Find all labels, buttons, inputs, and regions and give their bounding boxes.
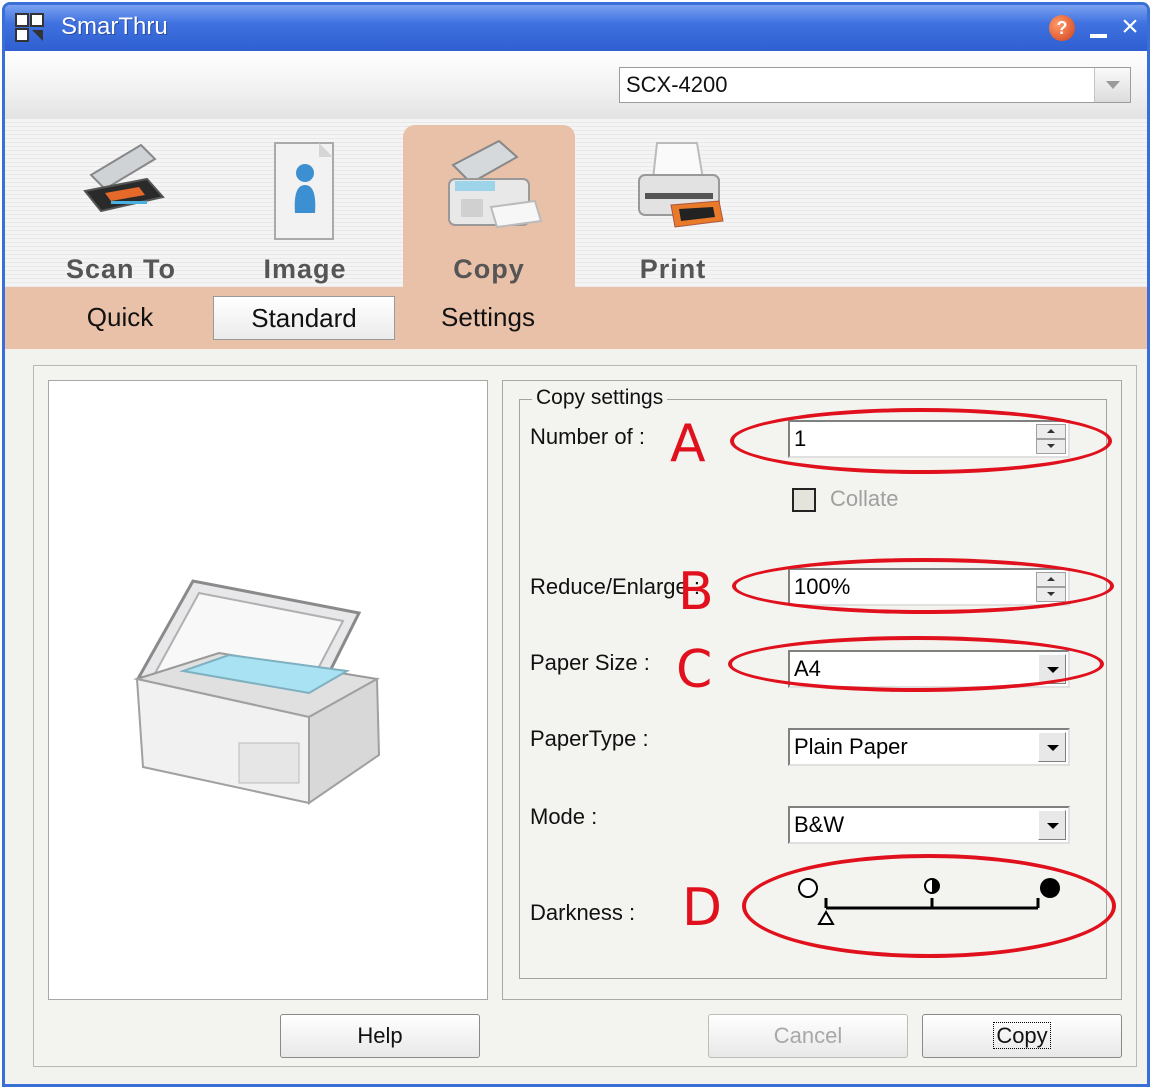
image-document-icon — [274, 142, 334, 240]
copier-illustration-icon — [133, 579, 381, 805]
mode-select[interactable]: B&W — [788, 806, 1070, 844]
tab-label: Print — [639, 254, 707, 284]
tab-label: Copy — [453, 254, 525, 284]
collate-label: Collate — [830, 486, 899, 511]
copy-subtabs: Quick Standard Settings — [5, 287, 1147, 349]
annotation-b: B — [678, 562, 714, 622]
device-select-value: SCX-4200 — [626, 72, 728, 97]
paper-size-label: Paper Size : — [530, 650, 650, 675]
annotation-ellipse-b — [732, 558, 1114, 614]
scanner-icon — [83, 143, 165, 213]
copy-button[interactable]: Copy — [922, 1014, 1122, 1058]
number-of-label: Number of : — [530, 424, 645, 449]
device-select[interactable]: SCX-4200 — [619, 67, 1131, 103]
app-icon — [15, 13, 44, 42]
group-legend: Copy settings — [532, 386, 668, 410]
device-bar: SCX-4200 — [5, 51, 1147, 119]
tab-print[interactable]: Print — [587, 125, 759, 287]
annotation-c: C — [676, 640, 713, 700]
title-bar: SmarThru ? × — [5, 5, 1147, 51]
copy-settings-group: Copy settings Number of : 1 Collate Redu… — [519, 386, 1116, 979]
copier-icon — [448, 139, 543, 229]
copy-main-panel: Copy settings Number of : 1 Collate Redu… — [33, 365, 1137, 1067]
mode-label: Mode : — [530, 804, 598, 829]
annotation-ellipse-c — [728, 636, 1104, 692]
paper-type-value: Plain Paper — [794, 734, 908, 759]
reduce-enlarge-label: Reduce/Enlarge : — [530, 574, 700, 599]
cancel-button[interactable]: Cancel — [708, 1014, 908, 1058]
annotation-ellipse-d — [742, 854, 1116, 958]
subtab-standard[interactable]: Standard — [213, 296, 395, 340]
minimize-icon[interactable] — [1087, 15, 1111, 41]
close-icon[interactable]: × — [1117, 12, 1143, 43]
subtab-settings[interactable]: Settings — [403, 296, 573, 340]
annotation-a: A — [670, 414, 706, 474]
annotation-ellipse-a — [730, 408, 1112, 474]
chevron-down-icon[interactable] — [1038, 732, 1066, 762]
tab-scan-to[interactable]: Scan To — [35, 125, 207, 287]
paper-type-label: PaperType : — [530, 726, 649, 751]
tab-label: Image — [263, 254, 347, 284]
smarthru-window: SmarThru ? × SCX-4200 Scan To Image Copy… — [2, 2, 1150, 1087]
chevron-down-icon[interactable] — [1094, 68, 1130, 102]
tab-copy[interactable]: Copy — [403, 125, 575, 287]
darkness-label: Darkness : — [530, 900, 636, 925]
copy-button-label: Copy — [993, 1022, 1051, 1049]
mode-value: B&W — [794, 812, 845, 837]
settings-panel: Copy settings Number of : 1 Collate Redu… — [502, 380, 1122, 1000]
main-tabs: Scan To Image Copy Print — [5, 119, 1147, 287]
paper-type-select[interactable]: Plain Paper — [788, 728, 1070, 766]
help-button[interactable]: Help — [280, 1014, 480, 1058]
help-icon[interactable]: ? — [1049, 15, 1075, 41]
tab-image[interactable]: Image — [219, 125, 391, 287]
chevron-down-icon[interactable] — [1038, 810, 1066, 840]
annotation-d: D — [682, 878, 723, 938]
copier-preview — [48, 380, 488, 1000]
collate-checkbox[interactable] — [792, 488, 816, 512]
tab-label: Scan To — [65, 254, 177, 284]
printer-icon — [638, 142, 724, 228]
subtab-quick[interactable]: Quick — [35, 296, 205, 340]
window-title: SmarThru — [61, 13, 168, 40]
